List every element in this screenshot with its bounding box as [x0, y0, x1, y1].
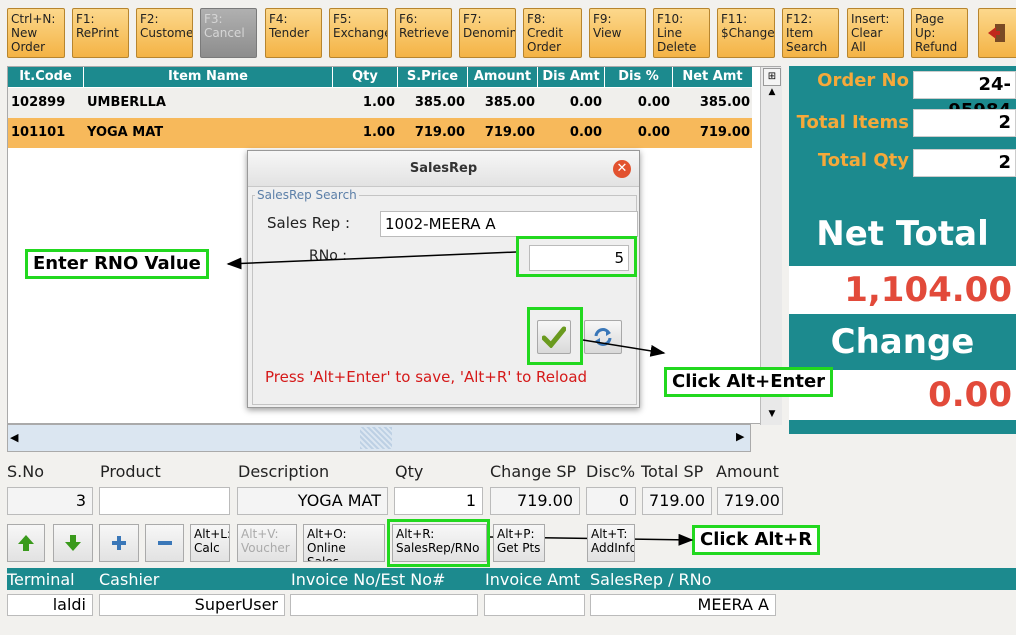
arrow-down-icon	[65, 535, 81, 551]
total-sp-field: 719.00	[642, 487, 712, 515]
amount-field: 719.00	[717, 487, 783, 515]
change-sp-field: 719.00	[490, 487, 580, 515]
invoice-amt-value	[484, 594, 585, 616]
salesrep-value: MEERA A	[590, 594, 776, 616]
move-up-button[interactable]	[7, 524, 45, 562]
product-column-label: Total SP	[641, 462, 704, 481]
sno-field: 3	[7, 487, 93, 515]
terminal-value: laldi	[7, 594, 93, 616]
product-column-label: S.No	[7, 462, 44, 481]
footer-label: Cashier	[99, 570, 160, 589]
product-input[interactable]	[99, 487, 230, 515]
move-down-button[interactable]	[53, 524, 93, 562]
footer-label: Invoice Amt	[485, 570, 581, 589]
product-column-label: Product	[100, 462, 161, 481]
footer-label: SalesRep / RNo	[590, 570, 712, 589]
add-info-button[interactable]: Alt+T: AddInfo	[587, 524, 635, 562]
get-points-button[interactable]: Alt+P: Get Pts	[493, 524, 545, 562]
minus-icon	[157, 541, 172, 545]
footer-label: Invoice No/Est No#	[291, 570, 446, 589]
voucher-button[interactable]: Alt+V: Voucher	[237, 524, 297, 562]
product-column-label: Change SP	[490, 462, 577, 481]
add-line-button[interactable]	[99, 524, 139, 562]
product-column-label: Amount	[716, 462, 779, 481]
product-column-label: Disc%	[586, 462, 636, 481]
plus-icon	[112, 536, 126, 550]
online-sales-button[interactable]: Alt+O: Online Sales	[303, 524, 385, 562]
invoice-no-value	[290, 594, 478, 616]
salesrep-rno-button[interactable]: Alt+R: SalesRep/RNo	[392, 524, 487, 562]
footer-label: Terminal	[7, 570, 75, 589]
disc-field: 0	[586, 487, 636, 515]
product-column-label: Description	[238, 462, 330, 481]
qty-input[interactable]: 1	[394, 487, 483, 515]
product-column-label: Qty	[395, 462, 424, 481]
calc-button[interactable]: Alt+L: Calc	[190, 524, 230, 562]
remove-line-button[interactable]	[145, 524, 184, 562]
cashier-value: SuperUser	[99, 594, 285, 616]
description-field: YOGA MAT	[237, 487, 388, 515]
arrow-up-icon	[18, 535, 34, 551]
